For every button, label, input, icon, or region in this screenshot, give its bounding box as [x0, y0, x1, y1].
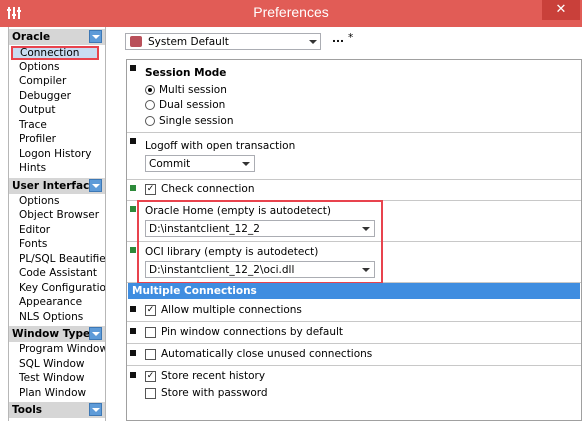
sidebar-item-plsql-beautifier[interactable]: PL/SQL Beautifier: [19, 253, 105, 265]
collapse-icon[interactable]: [89, 327, 102, 340]
sidebar-item-plan-window[interactable]: Plan Window: [19, 387, 86, 399]
close-button[interactable]: ✕: [542, 0, 580, 20]
modified-indicator: *: [348, 32, 354, 44]
section-marker: [130, 328, 136, 334]
sidebar-item-fonts[interactable]: Fonts: [19, 238, 47, 250]
sidebar-item-editor[interactable]: Editor: [19, 224, 50, 236]
section-marker: [130, 206, 136, 212]
section-marker: [130, 247, 136, 253]
sidebar-item-trace[interactable]: Trace: [19, 119, 47, 131]
profile-value: System Default: [148, 36, 229, 48]
sidebar-item-profiler[interactable]: Profiler: [19, 133, 56, 145]
pin-connections-label: Pin window connections by default: [161, 326, 344, 338]
multiple-connections-header: Multiple Connections: [128, 283, 580, 299]
sidebar-item-options[interactable]: Options: [19, 61, 60, 73]
store-history-checkbox[interactable]: ✓: [145, 371, 156, 382]
autoclose-label: Automatically close unused connections: [161, 348, 373, 360]
group-tools[interactable]: Tools: [9, 402, 105, 418]
check-connection-section: ✓ Check connection: [127, 180, 581, 201]
sidebar-item-connection[interactable]: Connection: [11, 46, 99, 60]
allow-multiple-label: Allow multiple connections: [161, 304, 302, 316]
sidebar-item-appearance[interactable]: Appearance: [19, 296, 82, 308]
sidebar-item-compiler[interactable]: Compiler: [19, 75, 66, 87]
preferences-sidebar: Oracle Connection Options Compiler Debug…: [8, 27, 106, 421]
connection-settings-panel: System Default ... * Session Mode Multi …: [120, 27, 582, 421]
sidebar-item-nls-options[interactable]: NLS Options: [19, 311, 83, 323]
chevron-down-icon: [242, 162, 250, 166]
profile-more-button[interactable]: ...: [332, 33, 344, 45]
highlight-box: [137, 200, 383, 284]
settings-content: Session Mode Multi session Dual session …: [126, 59, 582, 421]
logoff-section: Logoff with open transaction Commit: [127, 133, 581, 180]
radio-dual-session[interactable]: [145, 100, 155, 110]
section-marker: [130, 65, 136, 71]
history-section: ✓ Store recent history Store with passwo…: [127, 366, 581, 406]
radio-multi-session[interactable]: [145, 85, 155, 95]
collapse-icon[interactable]: [89, 179, 102, 192]
radio-label: Dual session: [159, 99, 226, 111]
autoclose-section: Automatically close unused connections: [127, 344, 581, 366]
store-password-label: Store with password: [161, 387, 268, 399]
collapse-icon[interactable]: [89, 403, 102, 416]
group-label: Oracle: [12, 31, 51, 43]
radio-label: Single session: [159, 115, 234, 127]
profile-select[interactable]: System Default: [125, 33, 321, 50]
collapse-icon[interactable]: [89, 30, 102, 43]
sidebar-item-debugger[interactable]: Debugger: [19, 90, 71, 102]
section-marker: [130, 306, 136, 312]
section-marker: [130, 372, 136, 378]
sidebar-item-hints[interactable]: Hints: [19, 162, 46, 174]
section-marker: [130, 185, 136, 191]
sidebar-item-object-browser[interactable]: Object Browser: [19, 209, 99, 221]
sidebar-item-logon-history[interactable]: Logon History: [19, 148, 92, 160]
profile-icon: [130, 36, 142, 47]
allow-multiple-checkbox[interactable]: ✓: [145, 305, 156, 316]
sidebar-item-test-window[interactable]: Test Window: [19, 372, 84, 384]
logoff-label: Logoff with open transaction: [145, 140, 296, 152]
window-title: Preferences: [253, 4, 329, 20]
group-window-types[interactable]: Window Types: [9, 326, 105, 342]
logoff-value: Commit: [149, 158, 191, 170]
sidebar-item-ui-options[interactable]: Options: [19, 195, 60, 207]
group-oracle[interactable]: Oracle: [9, 29, 105, 45]
session-mode-title: Session Mode: [145, 67, 227, 79]
sidebar-item-sql-window[interactable]: SQL Window: [19, 358, 85, 370]
sidebar-item-program-window[interactable]: Program Window: [19, 343, 105, 355]
radio-single-session[interactable]: [145, 116, 155, 126]
multiple-connections-title: Multiple Connections: [132, 285, 257, 297]
store-history-label: Store recent history: [161, 370, 266, 382]
radio-label: Multi session: [159, 84, 227, 96]
sidebar-item-code-assistant[interactable]: Code Assistant: [19, 267, 97, 279]
group-label: Window Types: [12, 328, 97, 340]
sidebar-item-output[interactable]: Output: [19, 104, 55, 116]
pin-connections-section: Pin window connections by default: [127, 322, 581, 344]
sidebar-item-key-configuration[interactable]: Key Configuration: [19, 282, 105, 294]
title-bar: Preferences ✕: [0, 0, 582, 27]
section-marker: [130, 350, 136, 356]
group-label: User Interface: [12, 180, 97, 192]
group-label: Tools: [12, 404, 43, 416]
allow-multiple-section: ✓ Allow multiple connections: [127, 300, 581, 322]
section-marker: [130, 138, 136, 144]
pin-connections-checkbox[interactable]: [145, 327, 156, 338]
session-mode-section: Session Mode Multi session Dual session …: [127, 60, 581, 133]
check-connection-checkbox[interactable]: ✓: [145, 184, 156, 195]
autoclose-checkbox[interactable]: [145, 349, 156, 360]
logoff-select[interactable]: Commit: [145, 155, 255, 172]
chevron-down-icon: [309, 40, 317, 44]
store-password-checkbox[interactable]: [145, 388, 156, 399]
group-user-interface[interactable]: User Interface: [9, 178, 105, 194]
check-connection-label: Check connection: [161, 183, 255, 195]
